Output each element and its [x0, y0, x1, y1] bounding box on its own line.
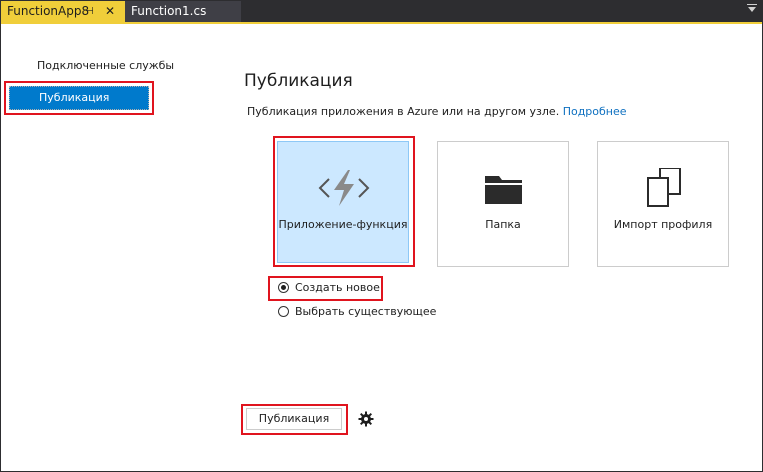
sidebar-item-label: Публикация	[39, 91, 110, 104]
page-description: Публикация приложения в Azure или на дру…	[247, 105, 627, 118]
tab-label: FunctionApp8	[7, 4, 90, 18]
target-function-app-card[interactable]: Приложение-функция	[277, 141, 409, 263]
learn-more-link[interactable]: Подробнее	[563, 105, 627, 118]
tab-list-bar	[747, 4, 757, 5]
close-icon[interactable]: ✕	[105, 1, 115, 22]
page-title: Публикация	[244, 71, 353, 91]
publish-window: FunctionApp8 ⊣ ✕ Function1.cs Подключенн…	[0, 0, 763, 472]
target-import-profile-card[interactable]: Импорт профиля	[597, 141, 729, 267]
target-folder-card[interactable]: Папка	[437, 141, 569, 267]
pin-icon[interactable]: ⊣	[85, 1, 94, 22]
create-new-option[interactable]: Создать новое	[278, 280, 380, 296]
description-text: Публикация приложения в Azure или на дру…	[247, 105, 560, 118]
tab-bar-background	[241, 1, 762, 22]
radio-checked-icon[interactable]	[278, 281, 289, 293]
import-profile-icon	[598, 167, 728, 208]
target-label: Импорт профиля	[613, 218, 713, 231]
option-label: Выбрать существующее	[295, 305, 437, 318]
tab-function1[interactable]: Function1.cs	[125, 1, 241, 22]
folder-icon	[438, 168, 568, 208]
document-tab-bar: FunctionApp8 ⊣ ✕ Function1.cs	[1, 1, 762, 24]
tab-label: Function1.cs	[131, 4, 207, 18]
sidebar-item-label: Подключенные службы	[37, 59, 175, 72]
target-label: Приложение-функция	[278, 218, 408, 231]
gear-icon[interactable]	[358, 411, 374, 427]
azure-function-icon	[278, 168, 408, 208]
publish-button[interactable]: Публикация	[246, 408, 342, 430]
select-existing-option[interactable]: Выбрать существующее	[278, 304, 436, 320]
option-label: Создать новое	[295, 281, 380, 294]
radio-unchecked-icon[interactable]	[278, 305, 289, 317]
target-label: Папка	[485, 218, 521, 231]
sidebar-item-publish[interactable]: Публикация	[9, 86, 149, 110]
tab-functionapp8[interactable]: FunctionApp8 ⊣ ✕	[1, 1, 125, 22]
sidebar-item-connected-services[interactable]: Подключенные службы	[37, 56, 174, 76]
tab-list-dropdown-icon[interactable]	[748, 7, 756, 12]
highlight-box: Публикация	[4, 81, 154, 115]
